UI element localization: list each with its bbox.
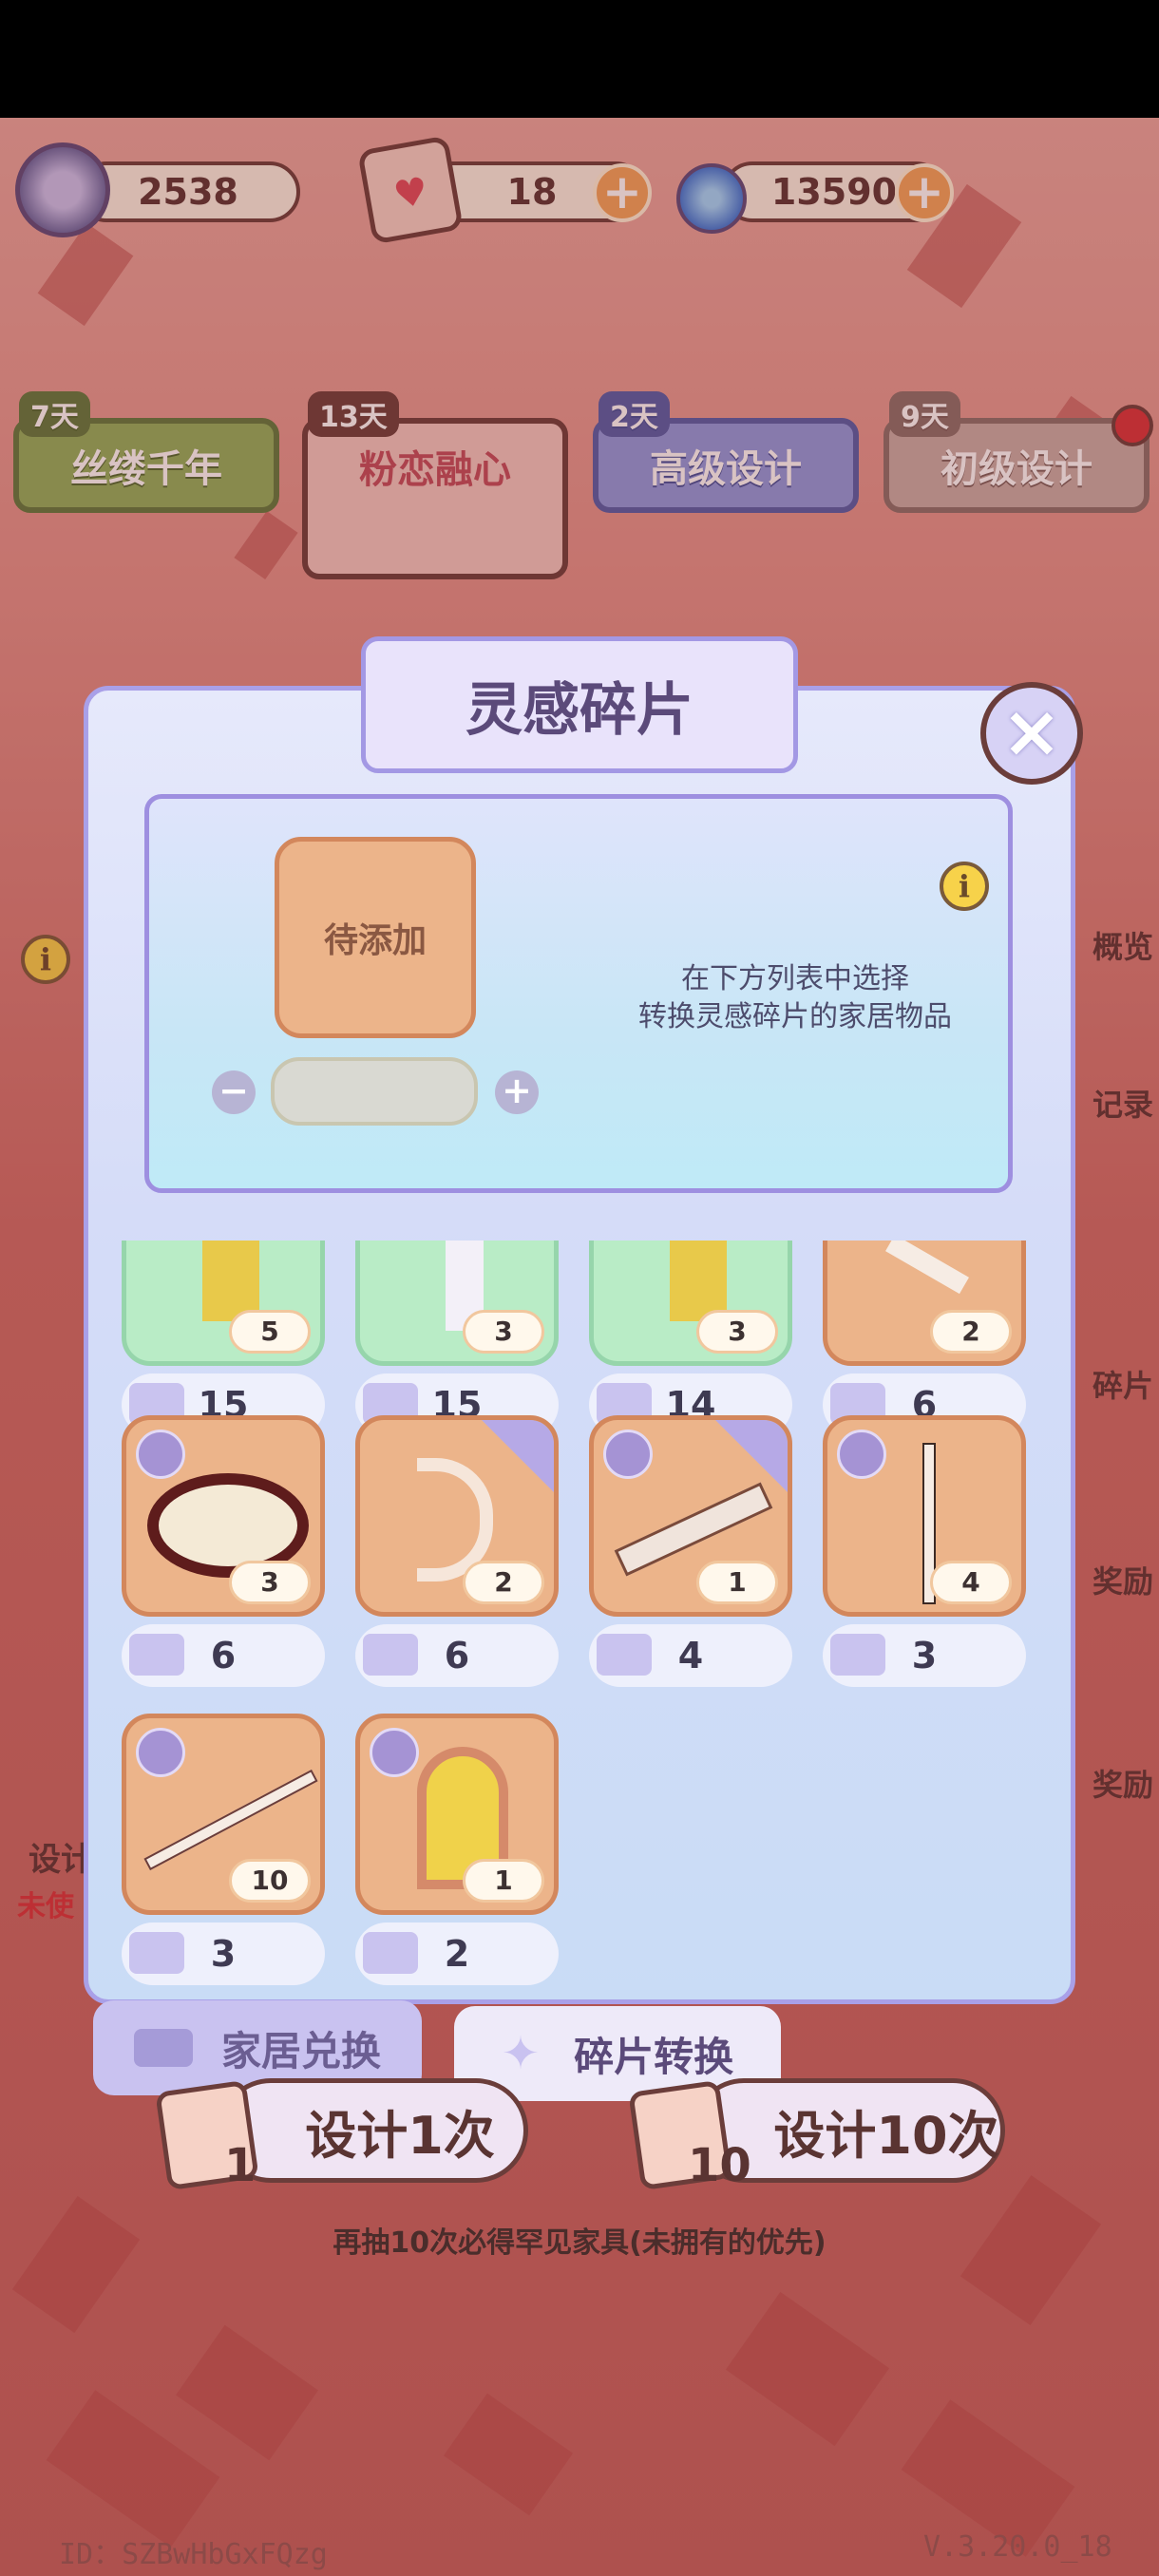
furniture-type-icon <box>837 1430 886 1479</box>
paint-corner-icon <box>482 1420 554 1492</box>
sparkle-icon: ✦ <box>501 2027 541 2080</box>
ten-count: 10 <box>688 2139 751 2192</box>
increase-button[interactable]: + <box>495 1070 539 1114</box>
item-cost: 6 <box>122 1624 325 1687</box>
item-card[interactable]: 1 2 <box>355 1714 559 1985</box>
furniture-type-icon <box>603 1430 653 1479</box>
paint-corner-icon <box>715 1420 788 1492</box>
conversion-panel: 待添加 − + i 在下方列表中选择 转换灵感碎片的家居物品 <box>144 794 1013 1193</box>
decrease-button[interactable]: − <box>212 1070 256 1114</box>
fragment-icon <box>129 1634 184 1676</box>
furniture-type-icon <box>370 1728 419 1777</box>
item-count: 5 <box>229 1310 311 1354</box>
item-card[interactable]: 1 4 <box>589 1415 792 1687</box>
player-id: ID：SZBwHbGxFQzg <box>59 2538 328 2571</box>
pending-slot[interactable]: 待添加 <box>275 837 476 1038</box>
item-cost: 4 <box>589 1624 792 1687</box>
item-cost: 3 <box>823 1624 1026 1687</box>
item-count: 3 <box>696 1310 778 1354</box>
item-card[interactable]: 10 3 <box>122 1714 325 1985</box>
furniture-type-icon <box>136 1728 185 1777</box>
info-icon[interactable]: i <box>940 862 989 911</box>
item-count: 1 <box>463 1859 544 1903</box>
item-cost: 2 <box>355 1923 559 1985</box>
item-grid: 5 15 3 15 3 14 2 6 3 6 2 6 1 4 4 3 10 3 … <box>108 1241 1039 1991</box>
rail-icon <box>143 1769 318 1871</box>
fragment-icon <box>830 1634 885 1676</box>
furniture-type-icon <box>136 1430 185 1479</box>
instruction-text: 在下方列表中选择 转换灵感碎片的家居物品 <box>638 962 952 1033</box>
item-count: 2 <box>463 1561 544 1604</box>
fragment-icon <box>363 1932 418 1974</box>
fragment-icon <box>363 1634 418 1676</box>
item-count: 2 <box>930 1310 1012 1354</box>
status-bar <box>0 0 1159 118</box>
item-card[interactable]: 5 15 <box>122 1241 325 1436</box>
item-count: 4 <box>930 1561 1012 1604</box>
item-count: 1 <box>696 1561 778 1604</box>
fragment-icon <box>129 1932 184 1974</box>
item-card[interactable]: 3 6 <box>122 1415 325 1687</box>
design-once-button[interactable]: 设计1次 <box>218 2078 528 2183</box>
close-button[interactable]: × <box>980 682 1083 785</box>
minus-icon: − <box>218 1070 249 1111</box>
item-cost: 6 <box>355 1624 559 1687</box>
sofa-icon <box>133 2029 193 2067</box>
item-card[interactable]: 2 6 <box>823 1241 1026 1436</box>
quantity-field[interactable] <box>271 1057 478 1126</box>
plus-icon: + <box>502 1070 532 1111</box>
dialog-title: 灵感碎片 <box>361 636 798 773</box>
item-cost: 3 <box>122 1923 325 1985</box>
version-label: V.3.20.0_18 <box>923 2530 1112 2564</box>
item-count: 10 <box>229 1859 311 1903</box>
pity-hint: 再抽10次必得罕见家具(未拥有的优先) <box>332 2226 826 2260</box>
item-card[interactable]: 3 15 <box>355 1241 559 1436</box>
item-card[interactable]: 4 3 <box>823 1415 1026 1687</box>
close-icon: × <box>1001 689 1062 773</box>
once-count: 1 <box>224 2139 256 2192</box>
item-count: 3 <box>463 1310 544 1354</box>
slot-label: 待添加 <box>323 921 427 960</box>
item-card[interactable]: 2 6 <box>355 1415 559 1687</box>
item-card[interactable]: 3 14 <box>589 1241 792 1436</box>
fragment-icon <box>597 1634 652 1676</box>
item-count: 3 <box>229 1561 311 1604</box>
